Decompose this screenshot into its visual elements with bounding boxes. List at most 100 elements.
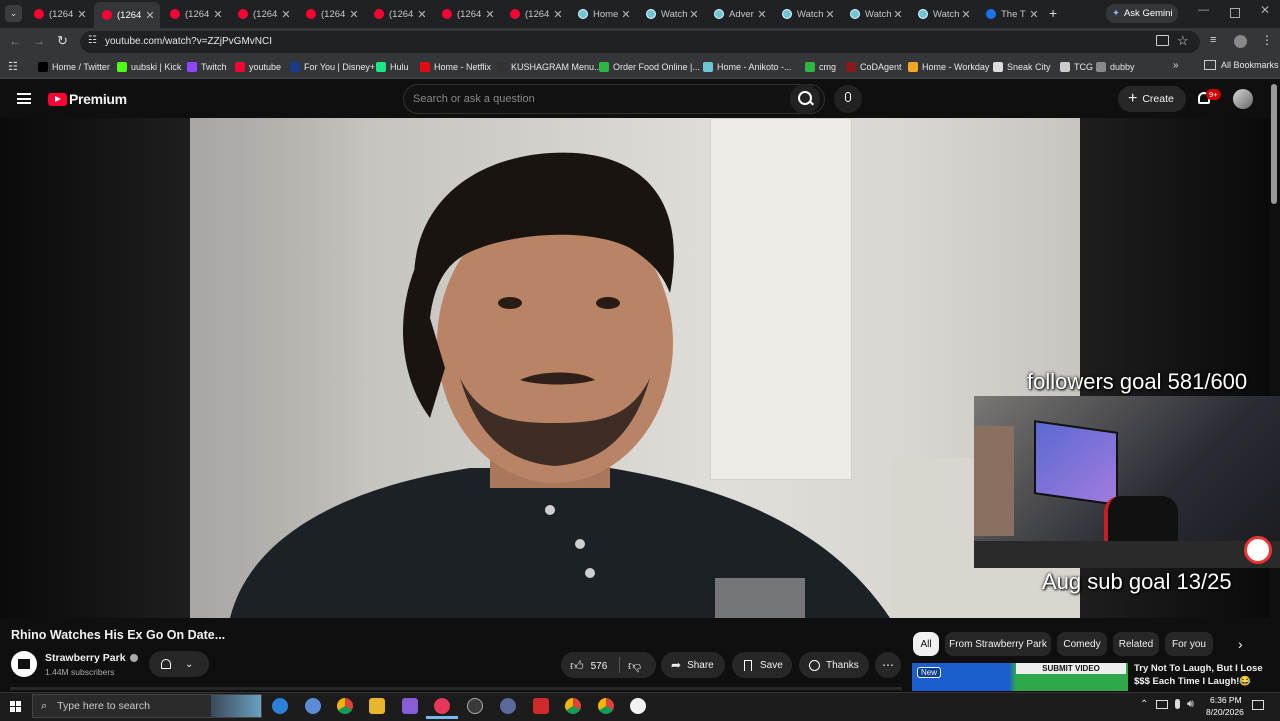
bookmark-item[interactable]: KUSHAGRAM Menu...: [497, 60, 602, 74]
tray-chevron-icon[interactable]: ⌃: [1140, 699, 1148, 710]
rec-title[interactable]: Try Not To Laugh, But I Lose $$$ Each Ti…: [1134, 662, 1269, 690]
subscribed-button[interactable]: ⌄: [149, 651, 209, 677]
forward-arrow-icon[interactable]: →: [33, 34, 45, 48]
tab-10[interactable]: Watch ✕: [638, 4, 704, 24]
chip-related[interactable]: Related: [1113, 632, 1159, 656]
bookmark-item[interactable]: Home - Netflix: [420, 60, 491, 74]
tab-1[interactable]: (1264 ✕: [26, 4, 92, 24]
bookmark-item[interactable]: CoDAgent: [846, 60, 902, 74]
youtube-logo[interactable]: Premium: [48, 91, 127, 107]
menu-dots-icon[interactable]: ⋮: [1261, 33, 1273, 47]
profile-avatar[interactable]: [1234, 35, 1247, 48]
all-bookmarks[interactable]: All Bookmarks: [1204, 60, 1279, 70]
tab-close-icon[interactable]: ✕: [144, 9, 156, 22]
tab-5[interactable]: (1264 ✕: [298, 4, 364, 24]
tab-close-icon[interactable]: ✕: [960, 8, 972, 21]
tray-mic-icon[interactable]: [1175, 699, 1180, 709]
site-info-icon[interactable]: ☷: [88, 35, 97, 46]
channel-name[interactable]: Strawberry Park: [45, 652, 138, 664]
install-icon[interactable]: [1156, 35, 1169, 46]
notification-center-icon[interactable]: [1252, 700, 1264, 710]
tab-close-icon[interactable]: ✕: [484, 8, 496, 21]
thanks-button[interactable]: Thanks: [799, 652, 869, 678]
tab-8[interactable]: (1264 ✕: [502, 4, 568, 24]
bookmark-item[interactable]: Twitch: [187, 60, 227, 74]
tab-close-icon[interactable]: ✕: [824, 8, 836, 21]
progress-track[interactable]: [10, 687, 902, 690]
ask-gemini-button[interactable]: ✦ Ask Gemini: [1106, 4, 1178, 23]
tab-close-icon[interactable]: ✕: [756, 8, 768, 21]
tab-close-icon[interactable]: ✕: [620, 8, 632, 21]
tab-close-icon[interactable]: ✕: [688, 8, 700, 21]
tray-network-icon[interactable]: [1156, 700, 1168, 709]
tab-close-icon[interactable]: ✕: [552, 8, 564, 21]
tab-13[interactable]: Watch ✕: [842, 4, 908, 24]
game-icon[interactable]: [402, 698, 418, 714]
create-button[interactable]: + Create: [1118, 86, 1186, 112]
minimize-button[interactable]: —: [1198, 4, 1209, 16]
bookmark-item[interactable]: uubski | Kick: [117, 60, 181, 74]
search-button[interactable]: [790, 84, 820, 114]
clock-app-icon[interactable]: [630, 698, 646, 714]
bookmark-item[interactable]: Home - Workday: [908, 60, 989, 74]
bookmark-item[interactable]: Hulu: [376, 60, 409, 74]
close-window-button[interactable]: ✕: [1260, 3, 1270, 17]
bookmark-item[interactable]: Sneak City: [993, 60, 1051, 74]
bookmark-item[interactable]: For You | Disney+: [290, 60, 375, 74]
url-text[interactable]: youtube.com/watch?v=ZZjPvGMvNCI: [105, 36, 272, 47]
taskbar-search-input[interactable]: Type here to search: [57, 700, 150, 712]
taskbar-time[interactable]: 6:36 PM: [1210, 695, 1242, 705]
voice-search-button[interactable]: [834, 85, 862, 113]
bookmark-item[interactable]: TCG: [1060, 60, 1093, 74]
tray-volume-icon[interactable]: 🔊︎: [1187, 698, 1194, 711]
app-icon-2[interactable]: [467, 698, 483, 714]
file-explorer-icon[interactable]: [369, 698, 385, 714]
reload-icon[interactable]: ↻: [57, 33, 68, 49]
chrome-icon-3[interactable]: [598, 698, 614, 714]
bookmarks-overflow-icon[interactable]: »: [1173, 60, 1179, 71]
hamburger-menu-icon[interactable]: [17, 93, 31, 104]
page-scrollbar[interactable]: [1271, 84, 1277, 204]
bookmark-item[interactable]: Home - Anikoto -...: [703, 60, 792, 74]
tab-close-icon[interactable]: ✕: [1028, 8, 1040, 21]
tab-2[interactable]: (1264 ✕: [94, 2, 160, 28]
tab-7[interactable]: (1264 ✕: [434, 4, 500, 24]
restore-button[interactable]: [1230, 8, 1240, 18]
bookmark-item[interactable]: cmg: [805, 60, 836, 74]
tab-11[interactable]: Adver ✕: [706, 4, 772, 24]
chip-for-you[interactable]: For you: [1165, 632, 1213, 656]
tab-close-icon[interactable]: ✕: [280, 8, 292, 21]
tab-15[interactable]: The T ✕: [978, 4, 1044, 24]
star-icon[interactable]: ☆: [1177, 33, 1189, 49]
bookmark-item[interactable]: dubby: [1096, 60, 1135, 74]
chrome-icon-2[interactable]: [565, 698, 581, 714]
tab-close-icon[interactable]: ✕: [212, 8, 224, 21]
video-player[interactable]: [190, 118, 1080, 618]
tab-close-icon[interactable]: ✕: [416, 8, 428, 21]
chrome-icon[interactable]: [337, 698, 353, 714]
dislike-button[interactable]: 👎︎: [628, 657, 641, 675]
tab-4[interactable]: (1264 ✕: [230, 4, 296, 24]
start-windows-icon[interactable]: [10, 701, 21, 712]
tab-6[interactable]: (1264 ✕: [366, 4, 432, 24]
tab-9[interactable]: Home ✕: [570, 4, 636, 24]
tab-close-icon[interactable]: ✕: [348, 8, 360, 21]
chip-comedy[interactable]: Comedy: [1057, 632, 1107, 656]
chip-from-channel[interactable]: From Strawberry Park: [945, 632, 1051, 656]
user-avatar[interactable]: [1233, 89, 1253, 109]
new-tab-button[interactable]: +: [1049, 5, 1057, 21]
tab-3[interactable]: (1264 ✕: [162, 4, 228, 24]
save-button[interactable]: Save: [732, 652, 792, 678]
tab-close-icon[interactable]: ✕: [76, 8, 88, 21]
app-icon-4[interactable]: [533, 698, 549, 714]
app-icon-3[interactable]: [500, 698, 516, 714]
bookmark-item[interactable]: youtube: [235, 60, 281, 74]
tab-14[interactable]: Watch ✕: [910, 4, 976, 24]
bookmark-item[interactable]: Order Food Online |...: [599, 60, 700, 74]
search-input[interactable]: Search or ask a question: [413, 93, 535, 105]
channel-avatar[interactable]: [11, 651, 37, 677]
taskbar-date[interactable]: 8/20/2026: [1206, 707, 1244, 717]
taskbar-search[interactable]: ⌕ Type here to search: [32, 694, 262, 718]
like-button[interactable]: 👍︎ 576: [570, 658, 607, 674]
bookmark-item[interactable]: Home / Twitter: [38, 60, 110, 74]
